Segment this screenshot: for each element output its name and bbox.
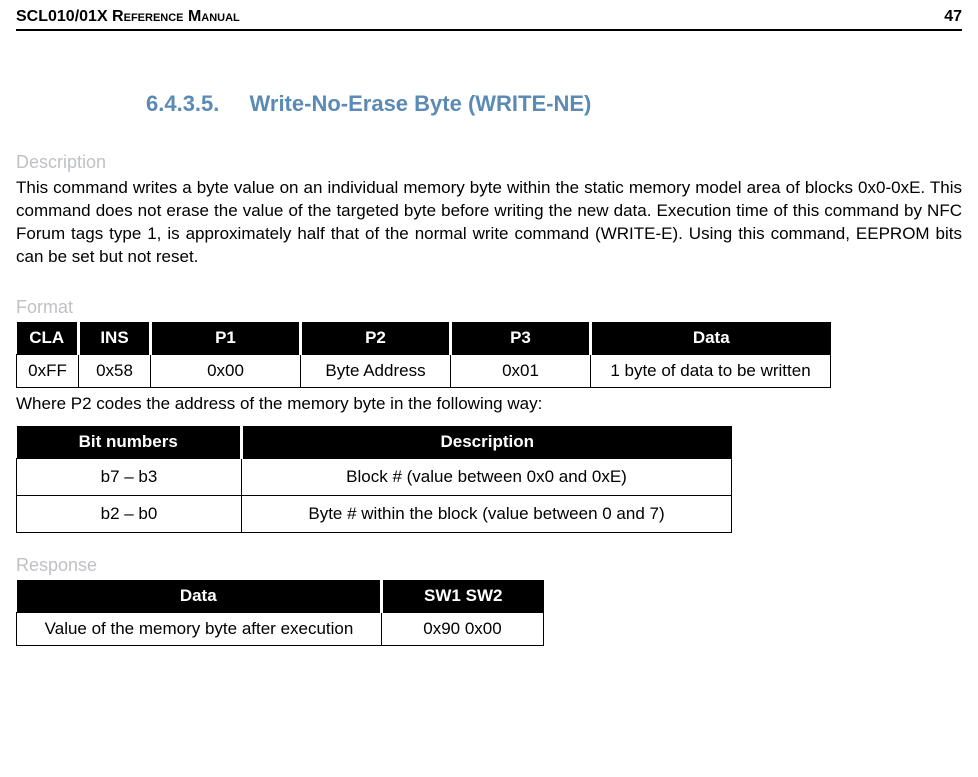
cell-resp-data: Value of the memory byte after execution (17, 612, 382, 645)
cell-resp-sw: 0x90 0x00 (382, 612, 544, 645)
col-p2: P2 (301, 322, 451, 355)
format-table: CLA INS P1 P2 P3 Data 0xFF 0x58 0x00 Byt… (16, 322, 831, 388)
cell-desc: Byte # within the block (value between 0… (242, 495, 732, 532)
section-number: 6.4.3.5. (146, 91, 219, 116)
description-heading: Description (16, 152, 962, 173)
format-heading: Format (16, 297, 962, 318)
description-text: This command writes a byte value on an i… (16, 177, 962, 269)
table-row: 0xFF 0x58 0x00 Byte Address 0x01 1 byte … (17, 354, 831, 387)
section-title: Write-No-Erase Byte (WRITE-NE) (250, 91, 592, 116)
cell-p2: Byte Address (301, 354, 451, 387)
page-number: 47 (944, 8, 962, 26)
col-cla: CLA (17, 322, 79, 355)
response-heading: Response (16, 555, 962, 576)
col-ins: INS (79, 322, 151, 355)
cell-data: 1 byte of data to be written (591, 354, 831, 387)
cell-desc: Block # (value between 0x0 and 0xE) (242, 458, 732, 495)
col-resp-sw: SW1 SW2 (382, 580, 544, 613)
col-bit-numbers: Bit numbers (17, 426, 242, 459)
doc-title: SCL010/01X Reference Manual (16, 8, 240, 26)
table-header-row: Bit numbers Description (17, 426, 732, 459)
section-heading: 6.4.3.5. Write-No-Erase Byte (WRITE-NE) (146, 91, 962, 117)
table-row: b7 – b3 Block # (value between 0x0 and 0… (17, 458, 732, 495)
cell-p3: 0x01 (451, 354, 591, 387)
cell-cla: 0xFF (17, 354, 79, 387)
cell-bits: b2 – b0 (17, 495, 242, 532)
where-text: Where P2 codes the address of the memory… (16, 394, 962, 414)
response-table: Data SW1 SW2 Value of the memory byte af… (16, 580, 544, 646)
col-p1: P1 (151, 322, 301, 355)
col-resp-data: Data (17, 580, 382, 613)
page-container: SCL010/01X Reference Manual 47 6.4.3.5. … (0, 0, 978, 668)
col-data: Data (591, 322, 831, 355)
table-header-row: CLA INS P1 P2 P3 Data (17, 322, 831, 355)
cell-p1: 0x00 (151, 354, 301, 387)
cell-ins: 0x58 (79, 354, 151, 387)
cell-bits: b7 – b3 (17, 458, 242, 495)
bits-table: Bit numbers Description b7 – b3 Block # … (16, 426, 732, 533)
col-description: Description (242, 426, 732, 459)
table-row: Value of the memory byte after execution… (17, 612, 544, 645)
table-header-row: Data SW1 SW2 (17, 580, 544, 613)
page-header: SCL010/01X Reference Manual 47 (16, 8, 962, 31)
table-row: b2 – b0 Byte # within the block (value b… (17, 495, 732, 532)
col-p3: P3 (451, 322, 591, 355)
